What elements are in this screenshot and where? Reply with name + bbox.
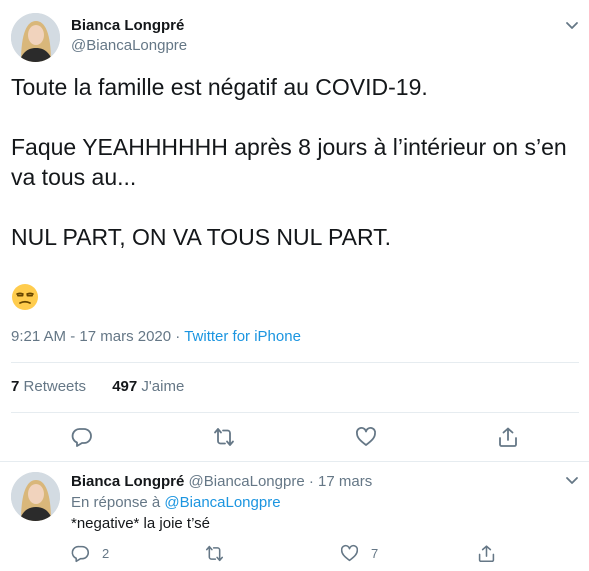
tweet-date[interactable]: 17 mars [318, 473, 372, 490]
retweets-count: 7 [11, 378, 20, 395]
retweets-label: Retweets [23, 378, 87, 395]
tweet-time[interactable]: 9:21 AM [11, 328, 66, 345]
reply-icon[interactable] [71, 426, 93, 448]
retweets-stat[interactable]: 7 Retweets [11, 378, 86, 395]
share-icon [478, 544, 495, 562]
reply-button[interactable]: 2 [71, 543, 109, 563]
author-handle[interactable]: @BiancaLongpre [71, 37, 187, 54]
divider [11, 362, 579, 363]
chevron-down-icon[interactable] [564, 472, 580, 488]
chevron-down-icon[interactable] [564, 17, 580, 33]
author-handle[interactable]: @BiancaLongpre [189, 473, 305, 490]
meta-separator: · [175, 328, 181, 345]
tweet-date[interactable]: 17 mars 2020 [79, 328, 171, 345]
heart-icon[interactable] [355, 426, 377, 448]
author-name[interactable]: Bianca Longpré [71, 17, 184, 34]
like-button[interactable]: 7 [340, 543, 378, 563]
share-icon[interactable] [497, 426, 519, 448]
tweet-meta: 9:21 AM - 17 mars 2020 · Twitter for iPh… [11, 328, 301, 345]
reply-count: 2 [102, 545, 110, 561]
divider [0, 461, 589, 462]
in-reply-prefix: En réponse à [71, 494, 161, 511]
reply-text: *negative* la joie t’sé [71, 515, 210, 532]
heart-icon [340, 544, 359, 561]
meta-separator: - [70, 328, 80, 345]
tweet-source[interactable]: Twitter for iPhone [184, 328, 301, 345]
reply-icon [71, 545, 90, 562]
divider [11, 412, 579, 413]
author-name[interactable]: Bianca Longpré [71, 473, 184, 490]
likes-count: 497 [112, 378, 138, 395]
avatar[interactable] [11, 472, 60, 521]
likes-label: J'aime [141, 378, 185, 395]
retweet-icon[interactable] [213, 426, 235, 448]
like-count: 7 [371, 545, 379, 561]
in-reply-handle[interactable]: @BiancaLongpre [164, 494, 280, 511]
meta-separator: · [308, 473, 314, 490]
unamused-face-icon [11, 283, 39, 311]
tweet-text: Toute la famille est négatif au COVID-19… [11, 74, 567, 250]
in-reply-to: En réponse à @BiancaLongpre [71, 494, 281, 511]
share-button[interactable] [477, 543, 496, 563]
retweet-button[interactable] [205, 543, 236, 563]
retweet-icon [205, 545, 224, 561]
tweet-stats: 7 Retweets 497 J'aime [11, 378, 184, 395]
avatar[interactable] [11, 13, 60, 62]
likes-stat[interactable]: 497 J'aime [112, 378, 184, 395]
reply-header: Bianca Longpré @BiancaLongpre · 17 mars [71, 473, 372, 490]
